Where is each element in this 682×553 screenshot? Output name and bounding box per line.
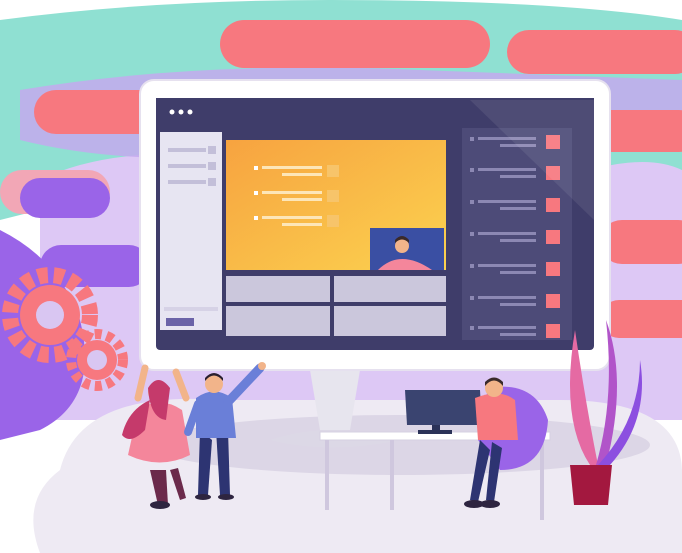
monitor-icon — [139, 79, 611, 371]
background-coral-stripe — [600, 300, 682, 338]
left-panel-button — [166, 318, 194, 326]
left-panel-items — [168, 146, 216, 186]
left-panel — [160, 132, 222, 330]
content-grid — [226, 276, 446, 336]
illustration-scene — [0, 0, 682, 553]
background-purple-stripe — [20, 178, 110, 218]
background-coral-stripe — [507, 30, 682, 74]
background-coral-stripe — [600, 220, 682, 264]
background-coral-stripe — [220, 20, 490, 68]
window-dot — [169, 109, 175, 115]
window-dot — [187, 109, 193, 115]
left-panel-divider — [164, 307, 218, 311]
window-dot — [178, 109, 184, 115]
